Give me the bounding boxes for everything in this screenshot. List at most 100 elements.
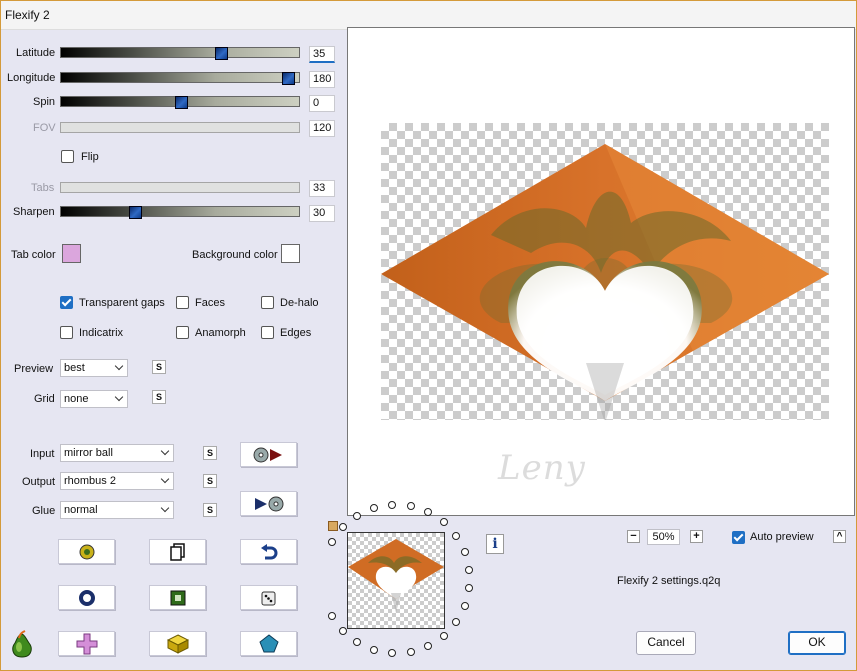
dial-dot[interactable] — [388, 501, 396, 509]
leny-watermark: Leny — [498, 448, 586, 488]
dial-dot[interactable] — [407, 502, 415, 510]
undo-icon — [260, 543, 277, 559]
anamorph-label: Anamorph — [195, 327, 246, 339]
dial-dot[interactable] — [328, 612, 336, 620]
dial-dot[interactable] — [353, 638, 361, 646]
dial-dot[interactable] — [388, 649, 396, 657]
longitude-slider[interactable] — [60, 72, 300, 85]
input-to-preview-button[interactable] — [240, 442, 297, 467]
dial-dot[interactable] — [407, 648, 415, 656]
dial-dot[interactable] — [461, 548, 469, 556]
navigator-corner-handle[interactable] — [328, 521, 338, 531]
output-to-disc-button[interactable] — [240, 491, 297, 516]
random-dice-button[interactable] — [240, 585, 297, 610]
square-button[interactable] — [149, 585, 206, 610]
title-bar: Flexify 2 — [1, 1, 856, 30]
background-color-label: Background color — [192, 249, 278, 261]
grid-value: none — [64, 393, 89, 405]
sharpen-thumb[interactable] — [129, 206, 142, 219]
de-halo-checkbox[interactable] — [261, 296, 274, 309]
dial-dot[interactable] — [370, 646, 378, 654]
output-select[interactable]: rhombus 2 — [60, 472, 174, 490]
de-halo-label: De-halo — [280, 297, 319, 309]
rhombus-render-image — [381, 144, 829, 420]
glue-s-button[interactable]: S — [203, 503, 217, 517]
dial-dot[interactable] — [452, 532, 460, 540]
tab-color-swatch[interactable] — [62, 244, 81, 263]
preview-pane[interactable]: Leny — [347, 27, 855, 516]
dial-dot[interactable] — [353, 512, 361, 520]
faces-checkbox[interactable] — [176, 296, 189, 309]
grid-select[interactable]: none — [60, 390, 128, 408]
copy-button[interactable] — [149, 539, 206, 564]
gear-icon — [79, 544, 94, 559]
transparent-gaps-checkbox[interactable] — [60, 296, 73, 309]
sharpen-slider[interactable] — [60, 206, 300, 219]
flaming-pear-logo-icon — [9, 630, 35, 661]
latitude-thumb[interactable] — [215, 47, 228, 60]
auto-preview-checkbox[interactable] — [732, 531, 745, 544]
settings-filename: Flexify 2 settings.q2q — [617, 575, 721, 587]
chevron-down-icon — [114, 361, 124, 371]
dial-dot[interactable] — [452, 618, 460, 626]
preview-s-button[interactable]: S — [152, 360, 166, 374]
sharpen-value[interactable]: 30 — [309, 205, 335, 222]
longitude-label: Longitude — [7, 72, 56, 84]
indicatrix-checkbox[interactable] — [60, 326, 73, 339]
dial-dot[interactable] — [339, 627, 347, 635]
chevron-down-icon — [160, 446, 170, 456]
dial-dot[interactable] — [424, 642, 432, 650]
dial-dot[interactable] — [465, 584, 473, 592]
latitude-slider[interactable] — [60, 47, 300, 60]
spin-thumb[interactable] — [175, 96, 188, 109]
collapse-button[interactable]: ^ — [833, 530, 846, 543]
preview-mode-select[interactable]: best — [60, 359, 128, 377]
input-s-button[interactable]: S — [203, 446, 217, 460]
plus-shape-button[interactable] — [58, 631, 115, 656]
cube-icon — [166, 633, 189, 654]
spin-slider[interactable] — [60, 96, 300, 109]
output-label: Output — [22, 476, 56, 488]
info-button[interactable]: i — [486, 534, 504, 554]
dial-dot[interactable] — [465, 566, 473, 574]
cancel-button[interactable]: Cancel — [636, 631, 696, 655]
glue-select[interactable]: normal — [60, 501, 174, 519]
window-title: Flexify 2 — [5, 8, 50, 22]
longitude-thumb[interactable] — [282, 72, 295, 85]
preview-mode-value: best — [64, 362, 85, 374]
flip-checkbox[interactable] — [61, 150, 74, 163]
spin-label: Spin — [33, 96, 56, 108]
ok-button[interactable]: OK — [788, 631, 846, 655]
zoom-level-field[interactable]: 50% — [647, 529, 680, 545]
undo-button[interactable] — [240, 539, 297, 564]
dial-dot[interactable] — [424, 508, 432, 516]
longitude-value[interactable]: 180 — [309, 71, 335, 88]
pentagon-button[interactable] — [240, 631, 297, 656]
edges-checkbox[interactable] — [261, 326, 274, 339]
dial-dot[interactable] — [339, 523, 347, 531]
navigator-thumbnail[interactable] — [347, 532, 445, 629]
spin-value[interactable]: 0 — [309, 95, 335, 112]
grid-s-button[interactable]: S — [152, 390, 166, 404]
zoom-out-button[interactable]: − — [627, 530, 640, 543]
output-s-button[interactable]: S — [203, 474, 217, 488]
cube-button[interactable] — [149, 631, 206, 656]
tab-color-label: Tab color — [11, 249, 56, 261]
dial-dot[interactable] — [461, 602, 469, 610]
tabs-slider — [60, 182, 300, 193]
dial-dot[interactable] — [440, 632, 448, 640]
zoom-in-button[interactable]: + — [690, 530, 703, 543]
randomize-button[interactable] — [58, 539, 115, 564]
background-color-swatch[interactable] — [281, 244, 300, 263]
input-value: mirror ball — [64, 447, 113, 459]
thumbnail-image — [348, 539, 444, 613]
plus-shape-icon — [76, 633, 97, 654]
latitude-value[interactable]: 35 — [309, 46, 335, 63]
dial-dot[interactable] — [328, 538, 336, 546]
input-select[interactable]: mirror ball — [60, 444, 174, 462]
chevron-down-icon — [160, 503, 170, 513]
dial-dot[interactable] — [440, 518, 448, 526]
ring-button[interactable] — [58, 585, 115, 610]
anamorph-checkbox[interactable] — [176, 326, 189, 339]
dial-dot[interactable] — [370, 504, 378, 512]
